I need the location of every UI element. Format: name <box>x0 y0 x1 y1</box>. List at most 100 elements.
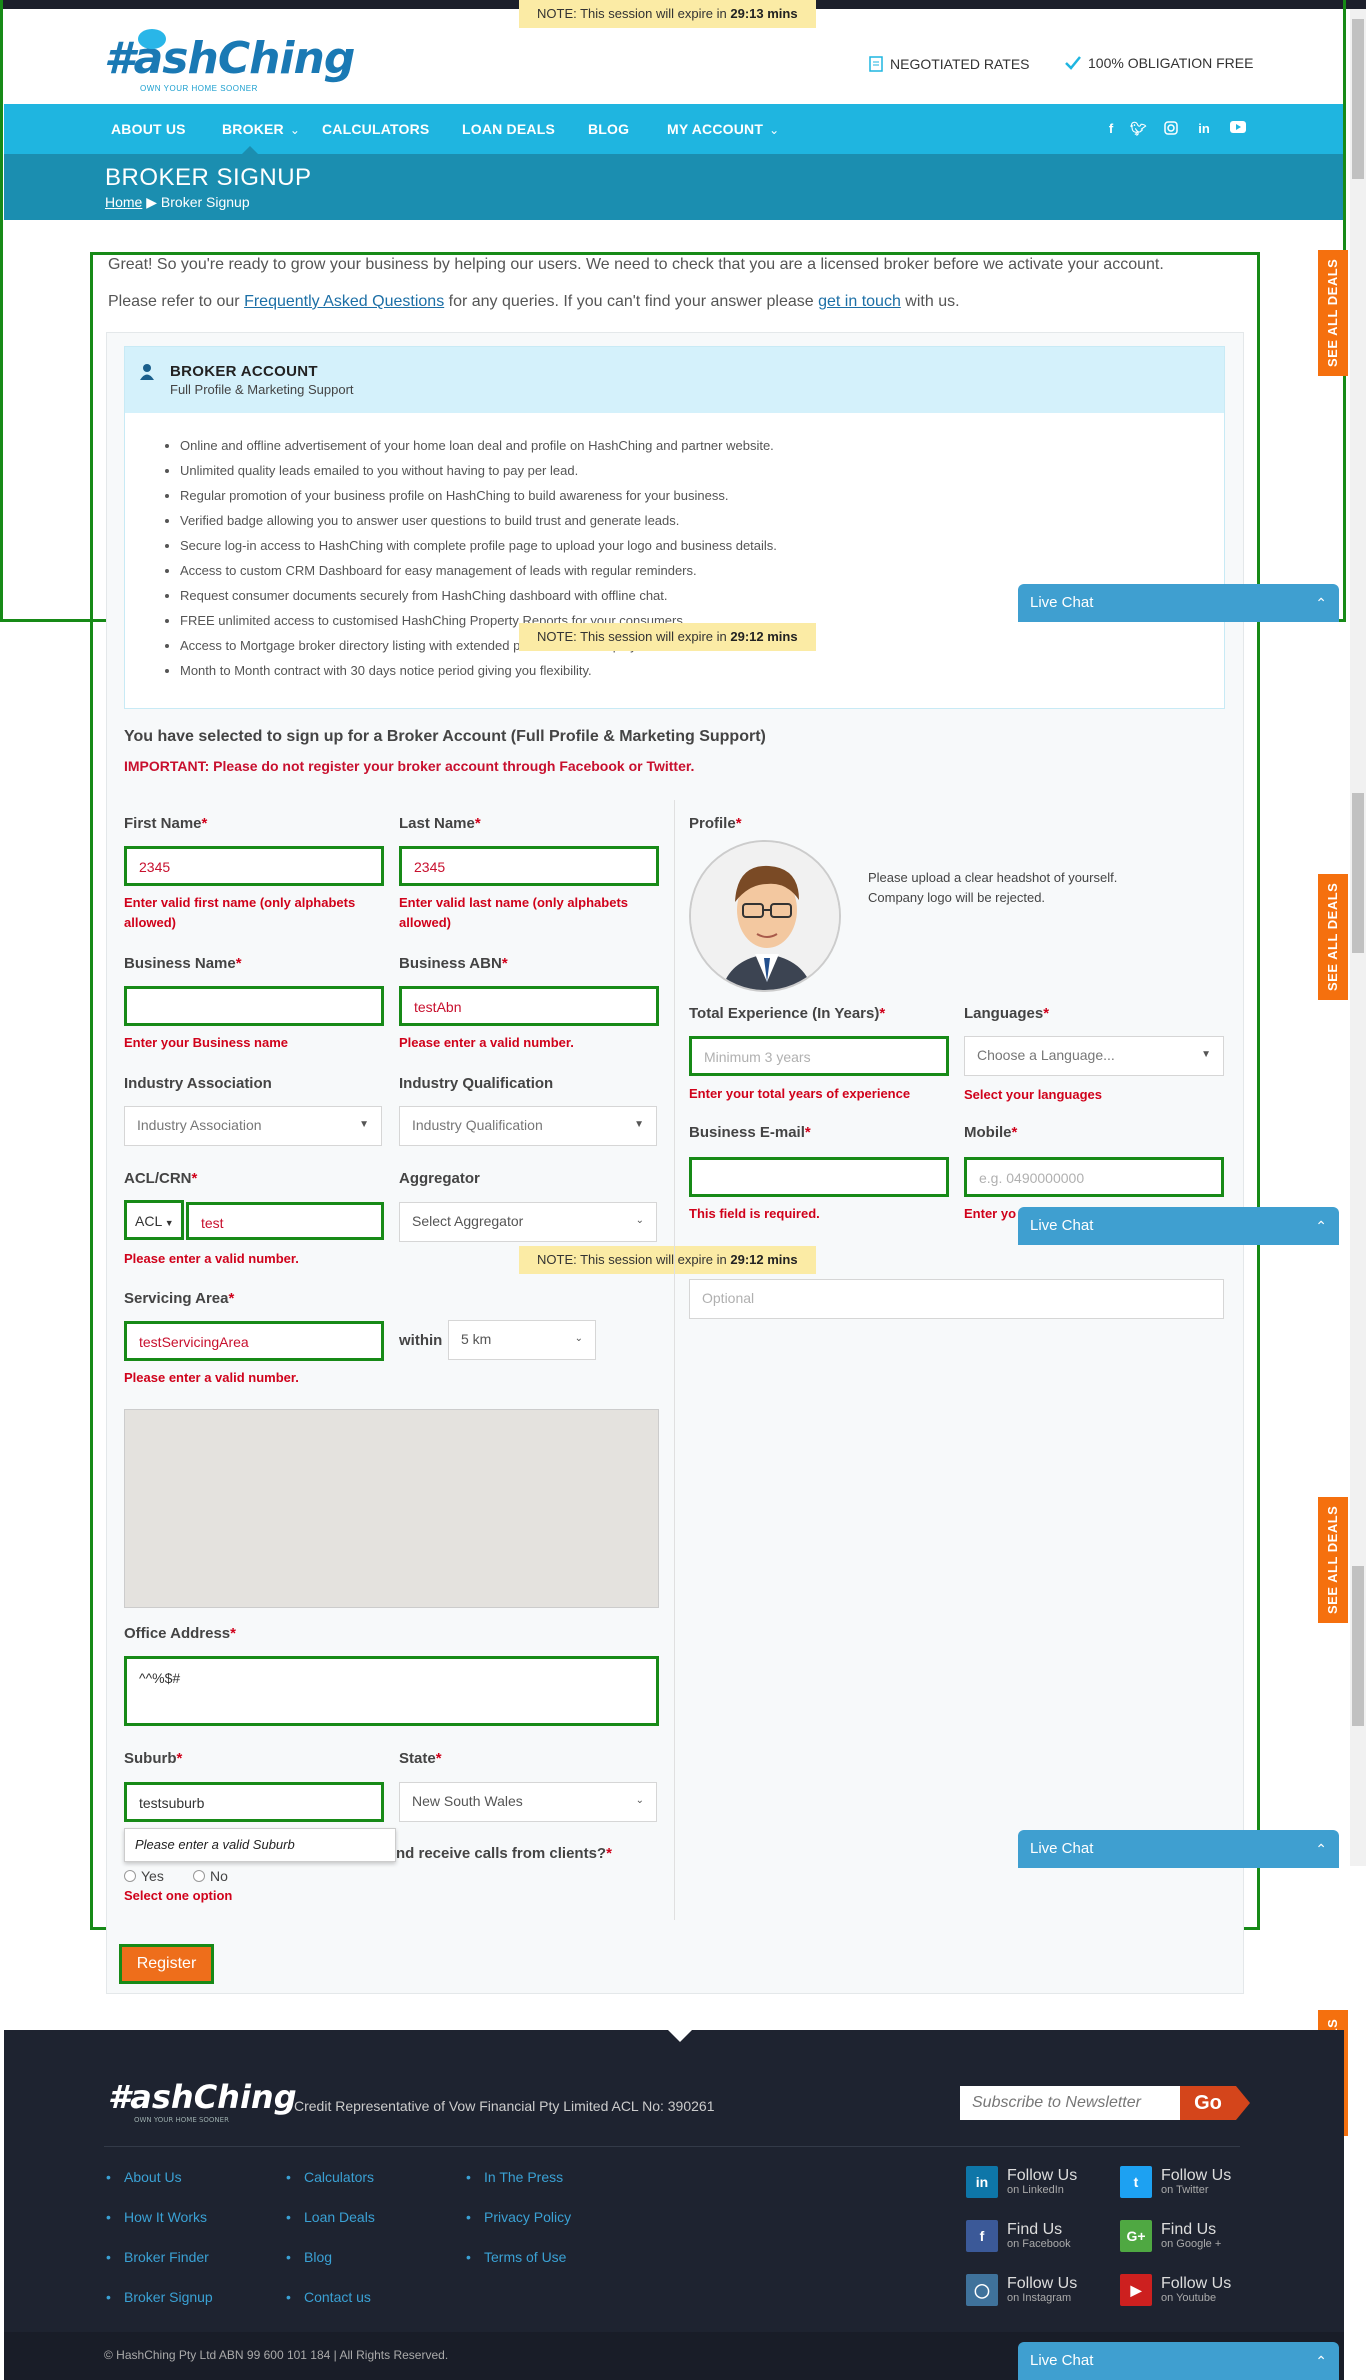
faq-link[interactable]: Frequently Asked Questions <box>244 293 444 310</box>
intro-help-text: Please refer to our Frequently Asked Que… <box>108 293 960 311</box>
youtube-icon: ▶ <box>1120 2274 1152 2306</box>
see-all-deals-tab[interactable]: SEE ALL DEALS <box>1318 874 1348 1000</box>
list-item: Verified badge allowing you to answer us… <box>180 511 777 536</box>
notice-text: NOTE: This session will expire in <box>537 1252 731 1267</box>
mobile-input[interactable]: e.g. 0490000000 <box>964 1157 1224 1197</box>
important-message: IMPORTANT: Please do not register your b… <box>124 758 695 774</box>
within-label: within <box>399 1332 443 1349</box>
acl-crn-error: Please enter a valid number. <box>124 1251 299 1266</box>
calls-no-radio[interactable]: No <box>193 1868 228 1884</box>
follow-title: Follow Us <box>1161 2167 1232 2184</box>
caret-down-icon: ▼ <box>162 1218 174 1228</box>
scrollbar-thumb[interactable] <box>1352 1566 1364 1726</box>
newsletter-go-button[interactable]: Go <box>1180 2086 1250 2120</box>
dropdown-value: ACL <box>135 1213 163 1229</box>
email-error: This field is required. <box>689 1206 820 1221</box>
business-abn-input[interactable]: testAbn <box>399 986 659 1026</box>
session-notice: NOTE: This session will expire in 29:12 … <box>519 623 816 651</box>
industry-qualification-select[interactable]: Industry Qualification ▼ <box>399 1106 657 1146</box>
contact-link[interactable]: get in touch <box>818 293 901 310</box>
profile-avatar-upload[interactable] <box>689 840 841 992</box>
scrollbar-thumb[interactable] <box>1352 19 1364 179</box>
see-all-deals-tab[interactable]: SEE ALL DEALS <box>1318 250 1348 376</box>
scrollbar-thumb[interactable] <box>1352 793 1364 953</box>
email-input[interactable] <box>689 1157 949 1197</box>
chevron-up-icon: ⌃ <box>1315 1841 1327 1857</box>
acl-crn-label: ACL/CRN* <box>124 1170 198 1187</box>
follow-googleplus[interactable]: G+ Find Us on Google + <box>1120 2220 1221 2252</box>
register-button[interactable]: Register <box>119 1944 214 1984</box>
chevron-up-icon: ⌃ <box>1315 595 1327 611</box>
radio-circle-icon <box>193 1870 205 1882</box>
first-name-input[interactable]: 2345 <box>124 846 384 886</box>
footer-logo[interactable]: #ashChing OWN YOUR HOME SOONER <box>108 2078 297 2124</box>
suburb-input[interactable]: testsuburb <box>124 1782 384 1822</box>
footer-link[interactable]: Privacy Policy <box>466 2209 571 2225</box>
footer-link[interactable]: Contact us <box>286 2289 371 2305</box>
follow-twitter[interactable]: t Follow Us on Twitter <box>1120 2166 1231 2198</box>
list-item: Online and offline advertisement of your… <box>180 436 777 461</box>
footer-logo-tagline: OWN YOUR HOME SOONER <box>134 2116 229 2124</box>
list-item: Month to Month contract with 30 days not… <box>180 661 777 686</box>
state-select[interactable]: New South Wales ⌄ <box>399 1782 657 1822</box>
live-chat-label: Live Chat <box>1030 2352 1094 2369</box>
radius-select[interactable]: 5 km ⌄ <box>448 1320 596 1360</box>
footer-link[interactable]: Broker Finder <box>106 2249 209 2265</box>
see-all-deals-tab[interactable]: SEE ALL DEALS <box>1318 1497 1348 1623</box>
industry-association-select[interactable]: Industry Association ▼ <box>124 1106 382 1146</box>
instagram-icon: ◯ <box>966 2274 998 2306</box>
follow-instagram[interactable]: ◯ Follow Us on Instagram <box>966 2274 1077 2306</box>
live-chat-widget[interactable]: Live Chat ⌃ <box>1018 584 1339 622</box>
optional-input[interactable]: Optional <box>689 1279 1224 1319</box>
acl-type-dropdown[interactable]: ACL ▼ <box>124 1200 184 1240</box>
scrollbar[interactable] <box>1350 623 1366 1246</box>
intro-text: Great! So you're ready to grow your busi… <box>108 256 1164 273</box>
follow-title: Follow Us <box>1161 2275 1232 2292</box>
footer-link[interactable]: About Us <box>106 2169 181 2185</box>
servicing-area-input[interactable]: testServicingArea <box>124 1321 384 1361</box>
follow-title: Follow Us <box>1007 2167 1078 2184</box>
select-value: Industry Association <box>137 1117 262 1133</box>
suburb-validation-tooltip: Please enter a valid Suburb <box>124 1828 396 1862</box>
office-address-textarea[interactable]: ^^%$# <box>124 1656 659 1726</box>
footer-link[interactable]: Blog <box>286 2249 332 2265</box>
scrollbar[interactable] <box>1350 9 1366 623</box>
aggregator-select[interactable]: Select Aggregator ⌄ <box>399 1202 657 1242</box>
acl-crn-input[interactable]: test <box>186 1202 384 1240</box>
account-title: BROKER ACCOUNT <box>170 363 318 380</box>
live-chat-widget[interactable]: Live Chat ⌃ <box>1018 1830 1339 1868</box>
scrollbar[interactable] <box>1350 1246 1366 1866</box>
chevron-up-icon: ⌃ <box>1315 2353 1327 2369</box>
last-name-error: Enter valid last name (only alphabets al… <box>399 895 629 930</box>
languages-select[interactable]: Choose a Language... ▼ <box>964 1036 1224 1076</box>
help-text-part: with us. <box>900 293 960 310</box>
follow-youtube[interactable]: ▶ Follow Us on Youtube <box>1120 2274 1231 2306</box>
industry-qualification-label: Industry Qualification <box>399 1075 554 1092</box>
footer-link[interactable]: Broker Signup <box>106 2289 213 2305</box>
follow-linkedin[interactable]: in Follow Us on LinkedIn <box>966 2166 1077 2198</box>
newsletter-input[interactable]: Subscribe to Newsletter <box>960 2086 1180 2120</box>
aggregator-label: Aggregator <box>399 1170 480 1187</box>
list-item: Request consumer documents securely from… <box>180 586 777 611</box>
footer-link[interactable]: How It Works <box>106 2209 207 2225</box>
list-item: Access to custom CRM Dashboard for easy … <box>180 561 777 586</box>
footer-link[interactable]: Calculators <box>286 2169 374 2185</box>
follow-sub: on Twitter <box>1161 2184 1209 2196</box>
radio-label: Yes <box>141 1868 164 1884</box>
footer-link[interactable]: Terms of Use <box>466 2249 567 2265</box>
servicing-area-map[interactable] <box>124 1409 659 1608</box>
experience-input[interactable]: Minimum 3 years <box>689 1036 949 1076</box>
live-chat-widget[interactable]: Live Chat ⌃ <box>1018 1207 1339 1245</box>
live-chat-widget[interactable]: Live Chat ⌃ <box>1018 2342 1339 2380</box>
follow-facebook[interactable]: f Find Us on Facebook <box>966 2220 1071 2252</box>
footer-link[interactable]: In The Press <box>466 2169 563 2185</box>
select-value: Industry Qualification <box>412 1117 543 1133</box>
calls-yes-radio[interactable]: Yes <box>124 1868 164 1884</box>
business-name-input[interactable] <box>124 986 384 1026</box>
footer-link[interactable]: Loan Deals <box>286 2209 375 2225</box>
servicing-area-label: Servicing Area* <box>124 1290 235 1307</box>
chevron-up-icon: ⌃ <box>1315 1218 1327 1234</box>
help-text-part: for any queries. If you can't find your … <box>444 293 819 310</box>
last-name-input[interactable]: 2345 <box>399 846 659 886</box>
list-item: Secure log-in access to HashChing with c… <box>180 536 777 561</box>
